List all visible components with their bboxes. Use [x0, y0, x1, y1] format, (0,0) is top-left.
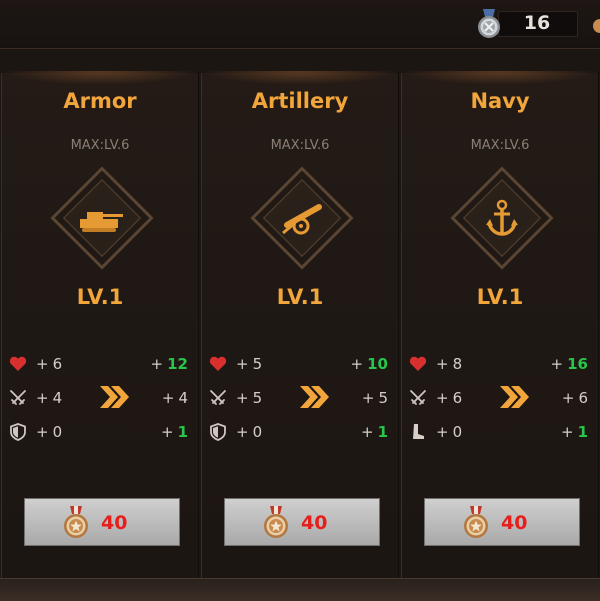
- stat-next: +1: [360, 423, 388, 441]
- crossed-swords-icon: [8, 388, 28, 408]
- cannon-icon: [250, 166, 354, 270]
- medal-count: 16: [523, 12, 551, 34]
- stat-row-defense: +0 +1: [202, 420, 398, 444]
- upgrade-cost: 40: [101, 512, 128, 534]
- stat-current: +5: [236, 355, 263, 373]
- double-chevron-icon: [498, 384, 532, 410]
- heart-icon: [8, 354, 28, 374]
- bronze-medal-icon: [261, 506, 291, 540]
- upgrade-cost: 40: [501, 512, 528, 534]
- boot-icon: [408, 422, 428, 442]
- stat-next: +1: [560, 423, 588, 441]
- branch-panel-navy: Navy MAX:LV.6 LV.1 +8 +16 +6 +6 +0 +1 40: [401, 71, 599, 578]
- stat-current: +0: [436, 423, 463, 441]
- bronze-medal-icon: [461, 506, 491, 540]
- floor-strip: [0, 578, 600, 601]
- top-bar: 16: [0, 0, 600, 49]
- silver-medal-icon: [478, 9, 500, 38]
- bronze-medal-edge-icon: [593, 19, 600, 33]
- stat-row-hp: +5 +10: [202, 352, 398, 376]
- stat-row-defense: +0 +1: [2, 420, 198, 444]
- max-level-label: MAX:LV.6: [70, 138, 130, 153]
- stat-current: +4: [36, 389, 63, 407]
- heart-icon: [408, 354, 428, 374]
- stat-current: +8: [436, 355, 463, 373]
- stat-next: +6: [561, 389, 588, 407]
- upgrade-button[interactable]: 40: [24, 498, 180, 546]
- anchor-icon: [450, 166, 554, 270]
- max-level-label: MAX:LV.6: [270, 138, 330, 153]
- upgrade-cost: 40: [301, 512, 328, 534]
- stat-next: +5: [361, 389, 388, 407]
- level-label: LV.1: [476, 285, 524, 309]
- stat-current: +5: [236, 389, 263, 407]
- max-level-label: MAX:LV.6: [470, 138, 530, 153]
- panel-glow: [2, 71, 198, 85]
- branch-title: Artillery: [251, 89, 349, 113]
- level-label: LV.1: [276, 285, 324, 309]
- heart-icon: [208, 354, 228, 374]
- tank-icon: [50, 166, 154, 270]
- crossed-swords-icon: [208, 388, 228, 408]
- medal-counter: 16: [476, 9, 578, 38]
- panel-glow: [202, 71, 398, 85]
- crossed-swords-icon: [408, 388, 428, 408]
- branch-panel-artillery: Artillery MAX:LV.6 LV.1 +5 +10 +5 +5 +0 …: [201, 71, 399, 578]
- stat-row-hp: +8 +16: [402, 352, 598, 376]
- stat-row-speed: +0 +1: [402, 420, 598, 444]
- branch-panel-armor: Armor MAX:LV.6 LV.1 +6 +12 +4 +4 +0 +1 4…: [1, 71, 199, 578]
- panel-glow: [402, 71, 598, 85]
- stat-next: +16: [550, 355, 588, 373]
- upgrade-button[interactable]: 40: [424, 498, 580, 546]
- branch-panels: Armor MAX:LV.6 LV.1 +6 +12 +4 +4 +0 +1 4…: [0, 71, 600, 578]
- stat-next: +12: [150, 355, 188, 373]
- stat-current: +0: [236, 423, 263, 441]
- branch-title: Armor: [63, 89, 137, 113]
- upgrade-button[interactable]: 40: [224, 498, 380, 546]
- stat-next: +1: [160, 423, 188, 441]
- stat-current: +6: [436, 389, 463, 407]
- double-chevron-icon: [298, 384, 332, 410]
- stat-current: +6: [36, 355, 63, 373]
- branch-title: Navy: [470, 89, 530, 113]
- stat-current: +0: [36, 423, 63, 441]
- stat-next: +10: [350, 355, 388, 373]
- level-label: LV.1: [76, 285, 124, 309]
- shield-icon: [8, 422, 28, 442]
- stat-next: +4: [161, 389, 188, 407]
- shield-icon: [208, 422, 228, 442]
- double-chevron-icon: [98, 384, 132, 410]
- bronze-medal-icon: [61, 506, 91, 540]
- stat-row-hp: +6 +12: [2, 352, 198, 376]
